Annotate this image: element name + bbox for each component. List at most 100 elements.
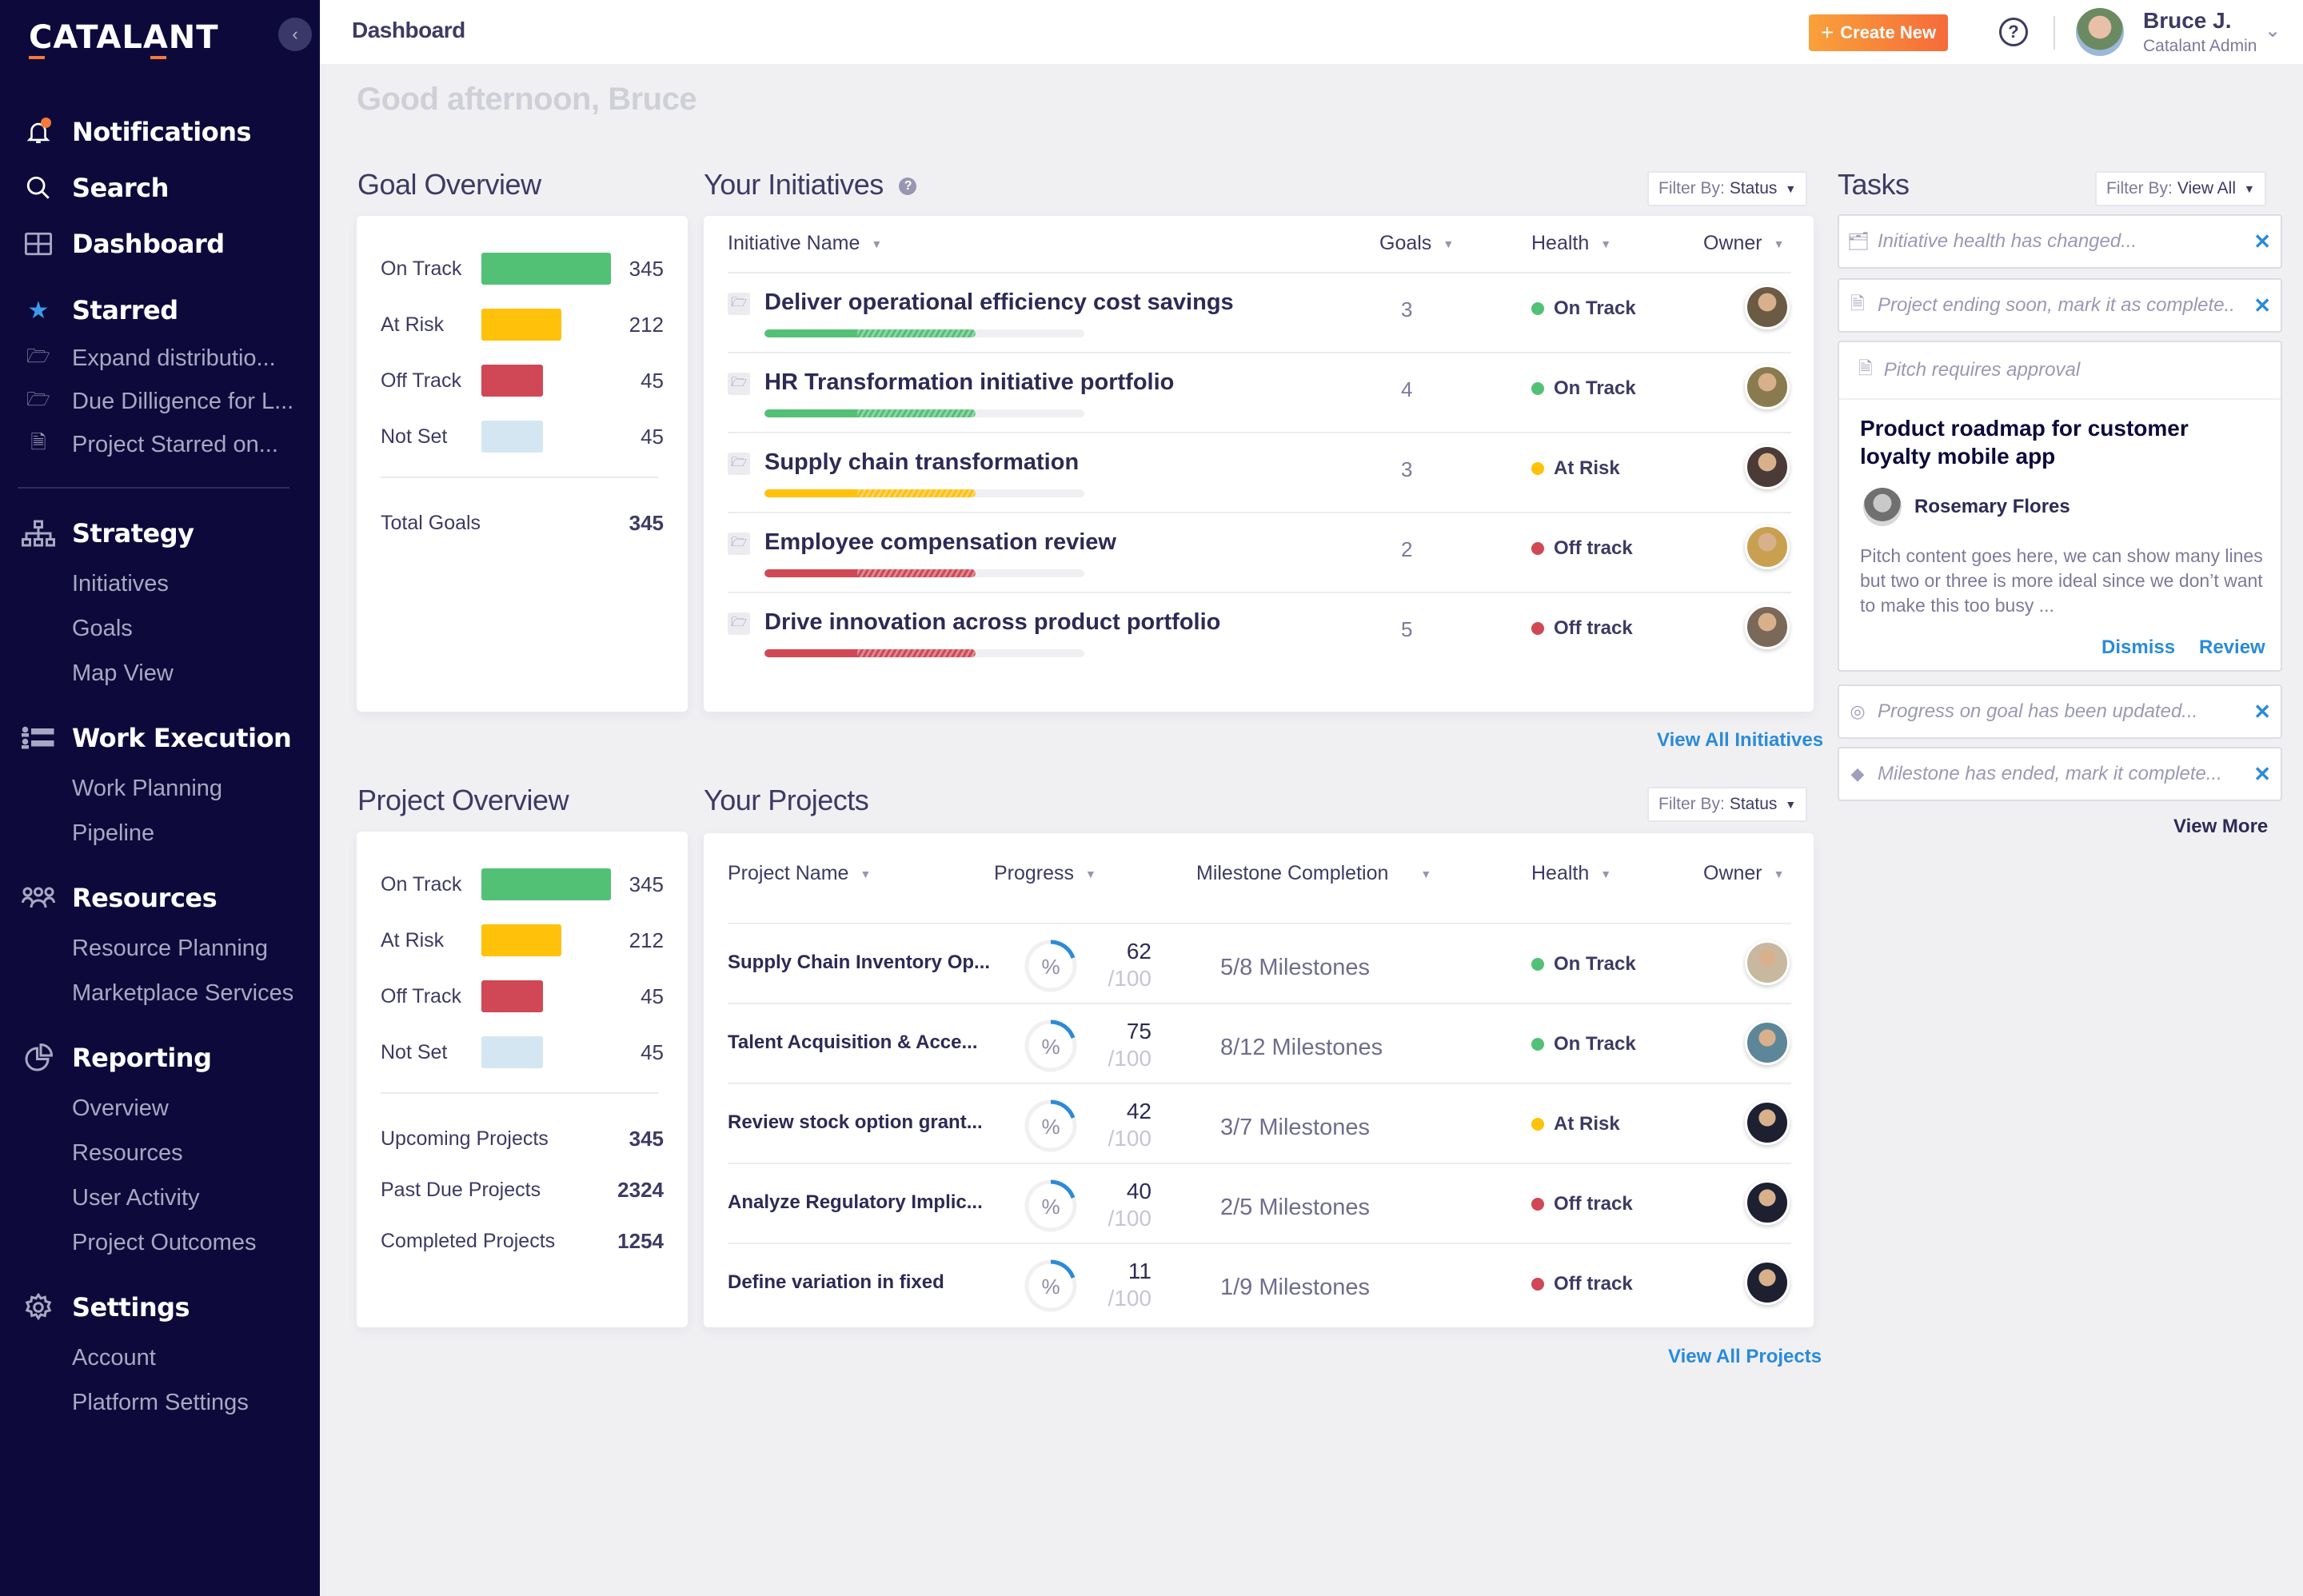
column-header-project-name[interactable]: Project Name ▼	[728, 862, 871, 885]
tasks-filter-dropdown[interactable]: Filter By: View All ▼	[2095, 171, 2266, 206]
overview-row[interactable]: At Risk 212	[381, 307, 664, 342]
projects-filter-dropdown[interactable]: Filter By: Status ▼	[1647, 787, 1808, 822]
owner-avatar[interactable]	[1745, 940, 1790, 985]
overview-row[interactable]: Not Set 45	[381, 1035, 664, 1070]
view-all-initiatives-link[interactable]: View All Initiatives	[1657, 729, 1823, 752]
table-row[interactable]: 🗁 Drive innovation across product portfol…	[728, 593, 1791, 673]
sidebar-item-strategy[interactable]: Strategy	[0, 505, 320, 561]
view-all-projects-link[interactable]: View All Projects	[1668, 1346, 1822, 1368]
owner-avatar[interactable]	[1745, 445, 1790, 489]
sidebar-item-settings[interactable]: Settings	[0, 1279, 320, 1335]
sidebar-item-resource-planning[interactable]: Resource Planning	[0, 926, 320, 971]
progress-actual	[764, 649, 857, 657]
task-item[interactable]: ◎ Progress on goal has been updated... ✕	[1838, 684, 2282, 739]
column-header-progress[interactable]: Progress ▼	[994, 862, 1096, 885]
user-avatar[interactable]	[2076, 8, 2124, 56]
sidebar-item-pipeline[interactable]: Pipeline	[0, 811, 320, 856]
chevron-down-icon[interactable]: ⌄	[2265, 19, 2281, 42]
overview-row[interactable]: At Risk 212	[381, 923, 664, 958]
initiatives-filter-dropdown[interactable]: Filter By: Status ▼	[1647, 171, 1808, 206]
review-button[interactable]: Review	[2199, 636, 2265, 659]
column-header-milestone-completion[interactable]: Milestone Completion ▼	[1196, 862, 1431, 885]
owner-avatar[interactable]	[1745, 1260, 1790, 1305]
collapse-sidebar-button[interactable]: ‹	[278, 18, 312, 51]
sidebar-item-project-outcomes[interactable]: Project Outcomes	[0, 1220, 320, 1265]
column-header-owner[interactable]: Owner ▼	[1703, 232, 1785, 255]
sidebar-item-initiatives[interactable]: Initiatives	[0, 561, 320, 606]
owner-avatar[interactable]	[1745, 604, 1790, 649]
project-name[interactable]: Analyze Regulatory Implic...	[728, 1191, 983, 1214]
overview-row[interactable]: Off Track 45	[381, 979, 664, 1014]
help-icon[interactable]: ?	[899, 178, 917, 196]
sidebar-item-account[interactable]: Account	[0, 1335, 320, 1380]
dismiss-button[interactable]: Dismiss	[2101, 636, 2175, 659]
table-row[interactable]: Talent Acquisition & Acce...% 75/100 8/12 …	[728, 1004, 1791, 1084]
starred-item[interactable]: 🗎 Project Starred on...	[0, 423, 320, 466]
sidebar-item-goals[interactable]: Goals	[0, 606, 320, 651]
owner-avatar[interactable]	[1745, 285, 1790, 329]
overview-row[interactable]: On Track 345	[381, 867, 664, 902]
table-row[interactable]: 🗁 Supply chain transformation 3 At Risk	[728, 433, 1791, 513]
table-row[interactable]: Supply Chain Inventory Op...% 62/100 5/8 M…	[728, 924, 1791, 1004]
user-name[interactable]: Bruce J.	[2143, 8, 2232, 34]
starred-item[interactable]: 🗁 Expand distributio...	[0, 337, 320, 380]
starred-item[interactable]: 🗁 Due Dilligence for L...	[0, 380, 320, 423]
project-name[interactable]: Talent Acquisition & Acce...	[728, 1031, 978, 1054]
column-header-owner[interactable]: Owner ▼	[1703, 862, 1785, 885]
catalant-logo[interactable]: CATALANT	[29, 19, 219, 56]
pitch-title[interactable]: Product roadmap for customer loyalty mob…	[1860, 414, 2244, 470]
sidebar-item-search[interactable]: Search	[0, 160, 320, 216]
table-row[interactable]: 🗁 Deliver operational efficiency cost sav…	[728, 273, 1791, 353]
initiative-name[interactable]: Deliver operational efficiency cost savi…	[764, 289, 1234, 316]
table-row[interactable]: 🗁 Employee compensation review 2 Off track	[728, 513, 1791, 593]
close-icon[interactable]: ✕	[2253, 762, 2271, 787]
sidebar-item-notifications[interactable]: Notifications	[0, 104, 320, 160]
health-label: At Risk	[1554, 1113, 1620, 1135]
sidebar-item-resources[interactable]: Resources	[0, 870, 320, 926]
sidebar-item-work-execution[interactable]: Work Execution	[0, 710, 320, 766]
close-icon[interactable]: ✕	[2253, 293, 2271, 318]
sidebar-item-resources-report[interactable]: Resources	[0, 1131, 320, 1175]
project-name[interactable]: Define variation in fixed	[728, 1271, 944, 1294]
initiative-name[interactable]: Employee compensation review	[764, 529, 1116, 556]
sidebar-item-starred[interactable]: ★ Starred	[0, 284, 320, 337]
table-row[interactable]: Analyze Regulatory Implic...% 40/100 2/5 M…	[728, 1164, 1791, 1244]
table-row[interactable]: Review stock option grant...% 42/100 3/7 M…	[728, 1084, 1791, 1164]
column-header-goals[interactable]: Goals ▼	[1379, 232, 1454, 255]
close-icon[interactable]: ✕	[2253, 229, 2271, 254]
owner-avatar[interactable]	[1745, 365, 1790, 409]
overview-row[interactable]: On Track 345	[381, 251, 664, 286]
create-new-button[interactable]: + Create New	[1809, 14, 1948, 51]
column-header-health[interactable]: Health ▼	[1531, 232, 1611, 255]
overview-row[interactable]: Not Set 45	[381, 419, 664, 454]
close-icon[interactable]: ✕	[2253, 700, 2271, 724]
initiative-name[interactable]: HR Transformation initiative portfolio	[764, 369, 1174, 396]
overview-bar	[481, 980, 543, 1012]
task-item[interactable]: ◆ Milestone has ended, mark it complete.…	[1838, 747, 2282, 801]
owner-avatar[interactable]	[1745, 525, 1790, 569]
project-name[interactable]: Review stock option grant...	[728, 1111, 983, 1134]
sidebar-item-platform-settings[interactable]: Platform Settings	[0, 1380, 320, 1425]
project-name[interactable]: Supply Chain Inventory Op...	[728, 952, 990, 974]
table-row[interactable]: Define variation in fixed% 11/100 1/9 Mile…	[728, 1244, 1791, 1324]
initiative-name[interactable]: Drive innovation across product portfoli…	[764, 609, 1220, 636]
sidebar-item-map-view[interactable]: Map View	[0, 651, 320, 696]
initiative-name[interactable]: Supply chain transformation	[764, 449, 1079, 476]
sidebar-item-dashboard[interactable]: Dashboard	[0, 216, 320, 272]
column-header-initiative-name[interactable]: Initiative Name ▼	[728, 232, 882, 255]
task-item[interactable]: 🗂 Initiative health has changed... ✕	[1838, 214, 2282, 269]
task-item[interactable]: 🗎 Project ending soon, mark it as comple…	[1838, 278, 2282, 333]
sidebar-item-overview[interactable]: Overview	[0, 1086, 320, 1131]
owner-avatar[interactable]	[1745, 1180, 1790, 1225]
overview-row[interactable]: Off Track 45	[381, 363, 664, 398]
sidebar-item-marketplace-services[interactable]: Marketplace Services	[0, 971, 320, 1015]
sidebar-item-reporting[interactable]: Reporting	[0, 1030, 320, 1086]
owner-avatar[interactable]	[1745, 1100, 1790, 1145]
column-header-health[interactable]: Health ▼	[1531, 862, 1611, 885]
sidebar-item-work-planning[interactable]: Work Planning	[0, 766, 320, 811]
owner-avatar[interactable]	[1745, 1020, 1790, 1065]
sidebar-item-user-activity[interactable]: User Activity	[0, 1175, 320, 1220]
table-row[interactable]: 🗁 HR Transformation initiative portfolio 4…	[728, 353, 1791, 433]
question-icon[interactable]: ?	[1999, 18, 2028, 46]
view-more-link[interactable]: View More	[2173, 816, 2268, 838]
